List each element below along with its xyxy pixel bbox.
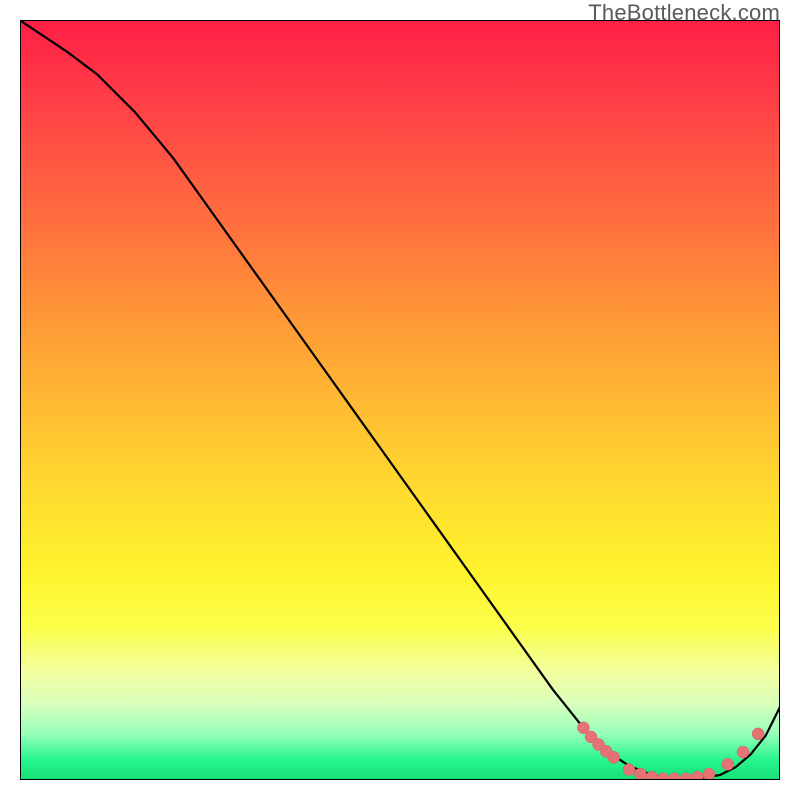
curve-marker <box>703 768 715 780</box>
curve-marker <box>691 771 703 780</box>
curve-marker <box>737 746 749 758</box>
bottleneck-curve <box>21 21 780 779</box>
curve-marker <box>722 758 734 770</box>
curve-marker <box>608 751 620 763</box>
marker-group <box>577 722 764 780</box>
curve-svg <box>21 21 780 780</box>
curve-marker <box>657 773 669 780</box>
curve-marker <box>623 764 635 776</box>
chart-container: TheBottleneck.com <box>0 0 800 800</box>
curve-marker <box>634 768 646 780</box>
curve-marker <box>680 773 692 780</box>
curve-marker <box>752 728 764 740</box>
curve-marker <box>669 773 681 780</box>
plot-area <box>20 20 780 780</box>
